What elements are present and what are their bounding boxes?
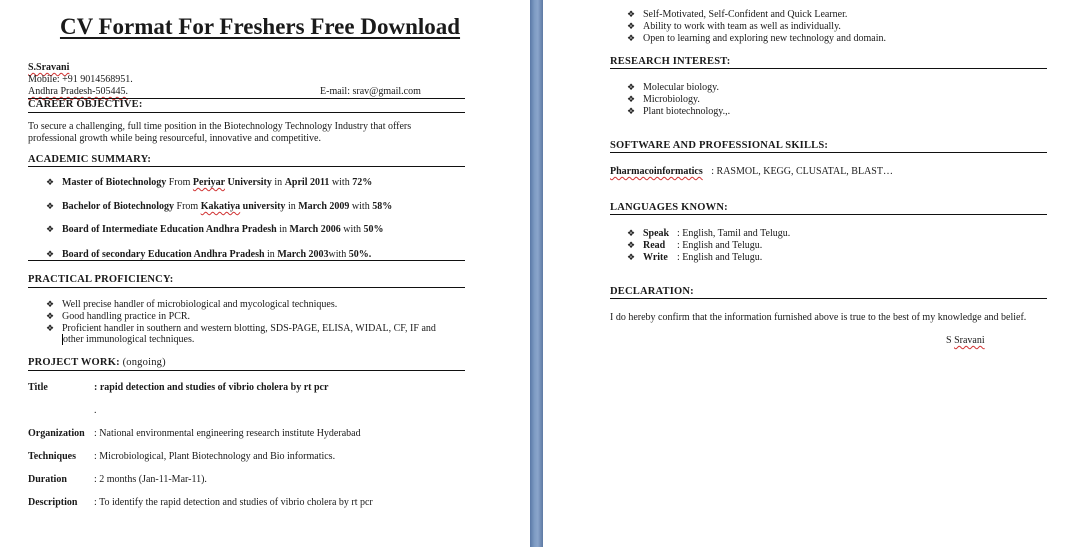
left-page: CV Format For Freshers Free Download S.S… [0,0,530,547]
heading-project-work: PROJECT WORK: (ongoing) [28,357,166,368]
declaration-text: I do hereby confirm that the information… [610,312,1027,323]
diamond-bullet-icon: ❖ [627,82,636,92]
software-skills-divider [610,152,1047,153]
contact-email: E-mail: srav@gmail.com [320,86,421,97]
research-interest-divider [610,68,1047,69]
career-objective-divider [28,112,465,113]
diamond-bullet-icon: ❖ [627,94,636,104]
academic-item: ❖ Master of Biotechnology From Periyar Un… [46,177,373,188]
diamond-bullet-icon: ❖ [46,249,55,259]
heading-declaration: DECLARATION: [610,286,694,297]
diamond-bullet-icon: ❖ [627,252,636,262]
diamond-bullet-icon: ❖ [627,21,636,31]
diamond-bullet-icon: ❖ [46,224,55,234]
heading-research-interest: RESEARCH INTEREST: [610,56,731,67]
contact-address: Andhra Pradesh-505445. [28,86,128,97]
diamond-bullet-icon: ❖ [627,106,636,116]
diamond-bullet-icon: ❖ [627,33,636,43]
diamond-bullet-icon: ❖ [627,228,636,238]
academic-summary-end-divider [28,260,465,261]
academic-item: ❖ Board of secondary Education Andhra Pra… [46,249,372,260]
contact-name: S.Sravani [28,62,70,73]
right-page: ❖ Self-Motivated, Self-Confident and Quic… [543,0,1075,547]
diamond-bullet-icon: ❖ [46,299,55,309]
page-separator [530,0,543,547]
diamond-bullet-icon: ❖ [46,323,55,333]
career-objective-line-1: To secure a challenging, full time posit… [28,121,412,132]
software-skill-row: Pharmacoinformatics : RASMOL, KEGG, CLUS… [610,166,893,177]
project-field-blank: . [94,405,97,416]
diamond-bullet-icon: ❖ [46,177,55,187]
project-work-divider [28,370,465,371]
academic-item: ❖ Bachelor of Biotechnology From Kakatiya… [46,201,393,212]
career-objective-line-2: professional growth while being resource… [28,133,321,144]
research-item: ❖ Plant biotechnology.,. [627,106,731,117]
heading-languages-known: LANGUAGES KNOWN: [610,202,728,213]
language-item: ❖ Write: English and Telugu. [627,252,763,263]
heading-practical-proficiency: PRACTICAL PROFICIENCY: [28,274,174,285]
diamond-bullet-icon: ❖ [627,240,636,250]
document-title: CV Format For Freshers Free Download [59,14,461,39]
proficiency-item-continuation: other immunological techniques. [62,334,195,345]
diamond-bullet-icon: ❖ [627,9,636,19]
diamond-bullet-icon: ❖ [46,201,55,211]
heading-software-skills: SOFTWARE AND PROFESSIONAL SKILLS: [610,140,829,151]
practical-proficiency-divider [28,287,465,288]
diamond-bullet-icon: ❖ [46,311,55,321]
contact-mobile: Mobile: +91 9014568951. [28,74,133,85]
academic-summary-divider [28,166,465,167]
heading-career-objective: CAREER OBJECTIVE: [28,99,143,110]
academic-item: ❖ Board of Intermediate Education Andhra … [46,224,384,235]
heading-academic-summary: ACADEMIC SUMMARY: [28,154,152,165]
languages-divider [610,214,1047,215]
declaration-divider [610,298,1047,299]
strength-item: ❖ Open to learning and exploring new tech… [627,33,886,44]
declaration-signature: S Sravani [946,335,985,346]
